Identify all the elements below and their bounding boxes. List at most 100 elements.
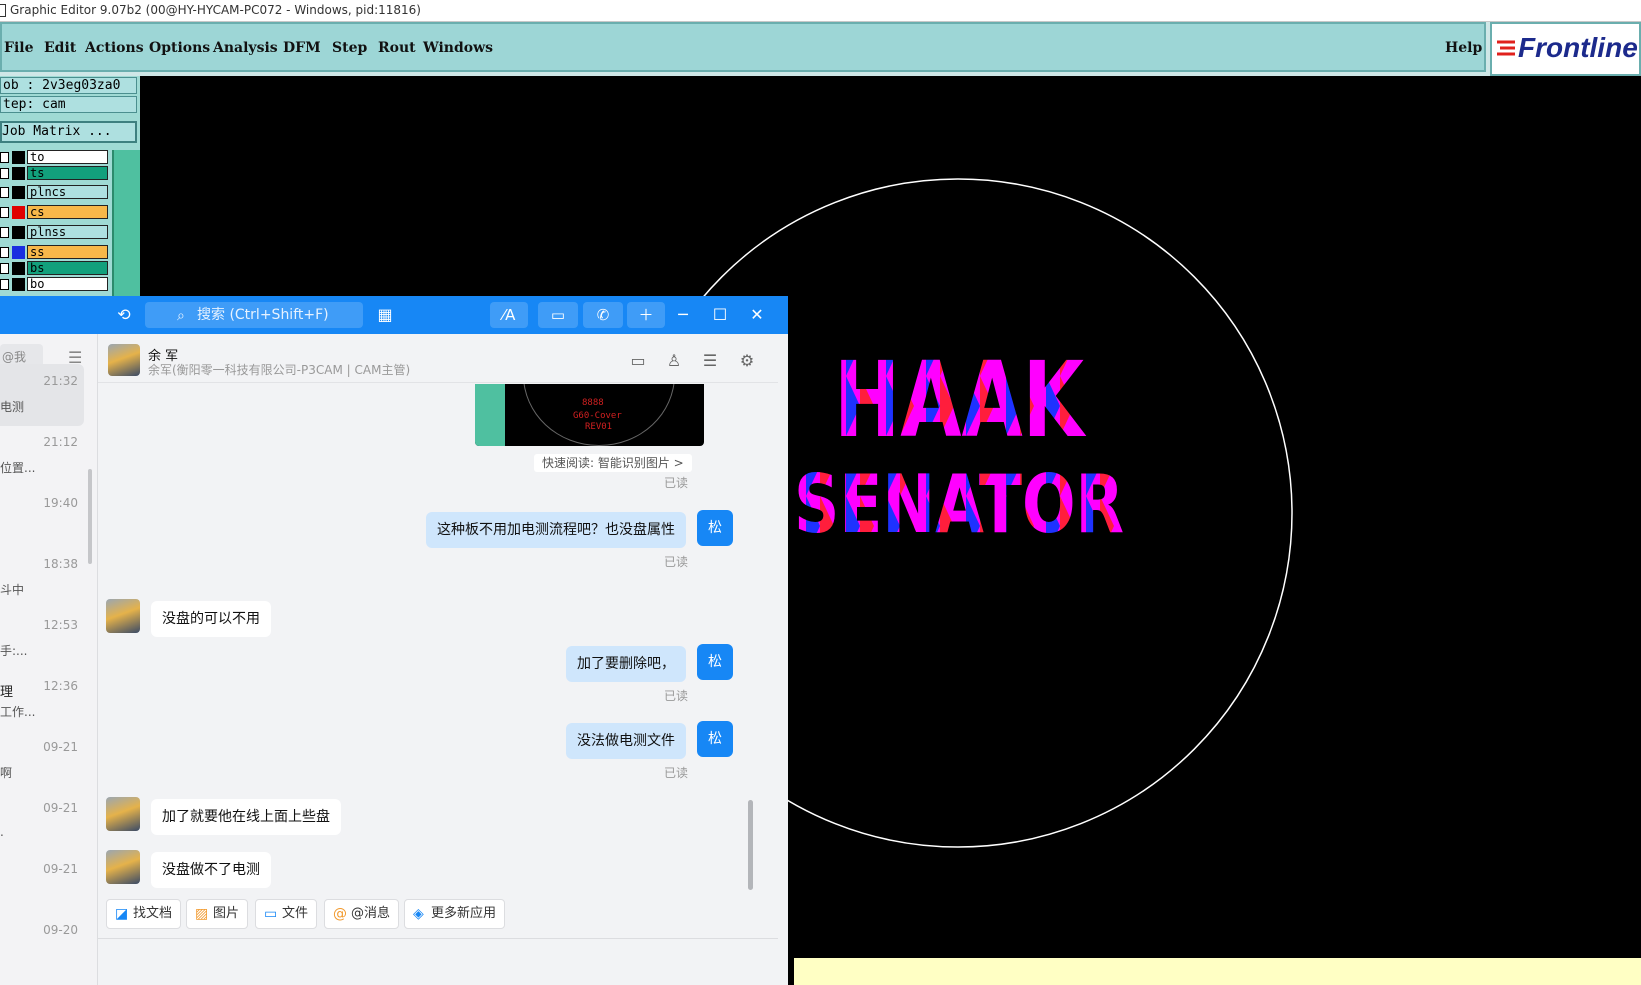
layer-row[interactable]: bs <box>0 261 110 276</box>
conversation-preview: 手:... <box>0 644 28 658</box>
layer-scrollbar[interactable] <box>112 150 140 300</box>
search-input[interactable]: ⌕ 搜索 (Ctrl+Shift+F) <box>145 302 363 328</box>
conversation-scrollbar[interactable] <box>88 469 92 564</box>
chat-window: ⟲ ⌕ 搜索 (Ctrl+Shift+F) ▦ ⁄A ▭ ✆ ＋ ─ ☐ ✕ @… <box>0 296 788 985</box>
window-title: Graphic Editor 9.07b2 (00@HY-HYCAM-PC072… <box>10 3 421 17</box>
maximize-icon[interactable]: ☐ <box>707 301 733 329</box>
menu-file[interactable]: File <box>4 40 33 56</box>
menu-edit[interactable]: Edit <box>44 40 76 56</box>
silkscreen-text-line2: SENATOR <box>794 458 1124 551</box>
message-bubble-sent[interactable]: 这种板不用加电测流程吧？也没盘属性 <box>426 512 686 548</box>
add-button[interactable]: ＋ <box>627 302 665 328</box>
layer-checkbox[interactable] <box>0 168 9 179</box>
ai-assistant-button[interactable]: ⁄A <box>490 302 528 328</box>
layer-row[interactable]: bo <box>0 277 110 292</box>
image-message[interactable]: 8888 G60-Cover REV01 <box>475 384 704 446</box>
job-matrix-button[interactable]: Job Matrix ... <box>0 121 137 143</box>
layer-color-swatch <box>12 246 25 259</box>
app-icon <box>0 4 6 17</box>
apps-grid-icon[interactable]: ▦ <box>372 301 398 329</box>
layer-name: bo <box>27 277 108 291</box>
contact-avatar[interactable] <box>106 797 140 831</box>
read-status: 已读 <box>664 555 689 569</box>
menu-rout[interactable]: Rout <box>378 40 416 56</box>
conversation-item[interactable]: 21:32 电测 <box>0 364 84 426</box>
conversation-name: 理 <box>0 685 14 700</box>
menu-analysis[interactable]: Analysis <box>213 40 278 56</box>
file-button[interactable]: ▭ 文件 <box>255 899 318 929</box>
chat-search-icon[interactable]: ☰ <box>700 351 720 371</box>
conversation-preview: 位置... <box>0 461 36 475</box>
search-icon: ⌕ <box>177 308 185 324</box>
message-bubble-received[interactable]: 没盘做不了电测 <box>151 852 271 888</box>
read-status: 已读 <box>664 476 689 490</box>
layer-row[interactable]: cs <box>0 205 110 220</box>
conversation-time: 09-21 <box>43 740 78 754</box>
layer-row[interactable]: ss <box>0 245 110 260</box>
image-text-2: G60-Cover <box>573 411 622 421</box>
history-icon[interactable]: ⟲ <box>111 301 137 329</box>
conversation-item[interactable]: 09-20 <box>0 913 84 975</box>
layer-checkbox[interactable] <box>0 263 9 274</box>
add-member-icon[interactable]: ♙ <box>664 351 684 371</box>
layer-row[interactable]: to <box>0 150 110 165</box>
conversation-item[interactable]: 19:40 <box>0 486 84 548</box>
layer-checkbox[interactable] <box>0 207 9 218</box>
find-doc-button[interactable]: ◪ 找文档 <box>106 899 182 929</box>
folder-icon[interactable]: ▭ <box>628 351 648 371</box>
menu-step[interactable]: Step <box>332 40 367 56</box>
layer-row[interactable]: ts <box>0 166 110 181</box>
layer-checkbox[interactable] <box>0 152 9 163</box>
menu-actions[interactable]: Actions <box>85 40 144 56</box>
my-avatar[interactable]: 松 <box>697 510 733 546</box>
chat-header: 余 军 余军(衡阳零一科技有限公司-P3CAM | CAM主管) ▭ ♙ ☰ ⚙ <box>98 334 778 383</box>
message-bubble-sent[interactable]: 加了要删除吧， <box>566 646 686 682</box>
message-bubble-received[interactable]: 没盘的可以不用 <box>151 601 271 637</box>
layer-checkbox[interactable] <box>0 247 9 258</box>
message-bubble-sent[interactable]: 没法做电测文件 <box>566 723 686 759</box>
layer-row[interactable]: plncs <box>0 185 110 200</box>
my-avatar[interactable]: 松 <box>697 721 733 757</box>
my-avatar[interactable]: 松 <box>697 644 733 680</box>
menu-options[interactable]: Options <box>149 40 210 56</box>
window-titlebar: Graphic Editor 9.07b2 (00@HY-HYCAM-PC072… <box>0 0 1641 22</box>
more-apps-button[interactable]: ◈ 更多新应用 <box>404 899 506 929</box>
step-name-field: tep: cam <box>0 96 137 113</box>
quick-read-button[interactable]: 快速阅读: 智能识别图片 > <box>534 454 692 472</box>
contact-avatar[interactable] <box>108 344 140 376</box>
menu-dfm[interactable]: DFM <box>283 40 321 56</box>
contact-avatar[interactable] <box>106 850 140 884</box>
contact-avatar[interactable] <box>106 599 140 633</box>
menu-help[interactable]: Help <box>1445 40 1482 56</box>
close-icon[interactable]: ✕ <box>744 301 770 329</box>
chat-main: 余 军 余军(衡阳零一科技有限公司-P3CAM | CAM主管) ▭ ♙ ☰ ⚙… <box>98 334 788 985</box>
conversation-time: 09-20 <box>43 923 78 937</box>
layer-checkbox[interactable] <box>0 187 9 198</box>
layer-color-swatch <box>12 186 25 199</box>
conversation-item[interactable]: 12:36 理工作... <box>0 669 84 731</box>
layer-checkbox[interactable] <box>0 227 9 238</box>
layer-checkbox[interactable] <box>0 279 9 290</box>
mention-label: @消息 <box>351 906 391 921</box>
conversation-item[interactable]: 09-21 <box>0 852 84 914</box>
more-apps-label: 更多新应用 <box>431 906 497 921</box>
conversation-item[interactable]: 09-21 啊 <box>0 730 84 792</box>
layer-color-swatch <box>12 167 25 180</box>
image-button[interactable]: ▨ 图片 <box>186 899 249 929</box>
layer-row[interactable]: plnss <box>0 225 110 240</box>
settings-gear-icon[interactable]: ⚙ <box>737 351 757 371</box>
minimize-icon[interactable]: ─ <box>670 301 696 329</box>
conversation-item[interactable]: 09-21. <box>0 791 84 853</box>
mention-button[interactable]: @ @消息 <box>324 899 400 929</box>
call-button[interactable]: ✆ <box>583 302 623 328</box>
conversation-list: @我 ☰ 21:32 电测 21:12 位置... 19:40 18:38 斗中 12:53 手… <box>0 334 98 985</box>
conversation-item[interactable]: 12:53 手:... <box>0 608 84 670</box>
image-text-1: 8888 <box>582 398 604 408</box>
conversation-item[interactable]: 21:12 位置... <box>0 425 84 487</box>
message-bubble-received[interactable]: 加了就要他在线上面上些盘 <box>151 799 341 835</box>
screen-share-button[interactable]: ▭ <box>538 302 578 328</box>
chat-topbar: ⟲ ⌕ 搜索 (Ctrl+Shift+F) ▦ ⁄A ▭ ✆ ＋ ─ ☐ ✕ <box>0 296 788 334</box>
chat-scrollbar[interactable] <box>748 800 753 890</box>
menu-windows[interactable]: Windows <box>423 40 493 56</box>
conversation-item[interactable]: 18:38 斗中 <box>0 547 84 609</box>
